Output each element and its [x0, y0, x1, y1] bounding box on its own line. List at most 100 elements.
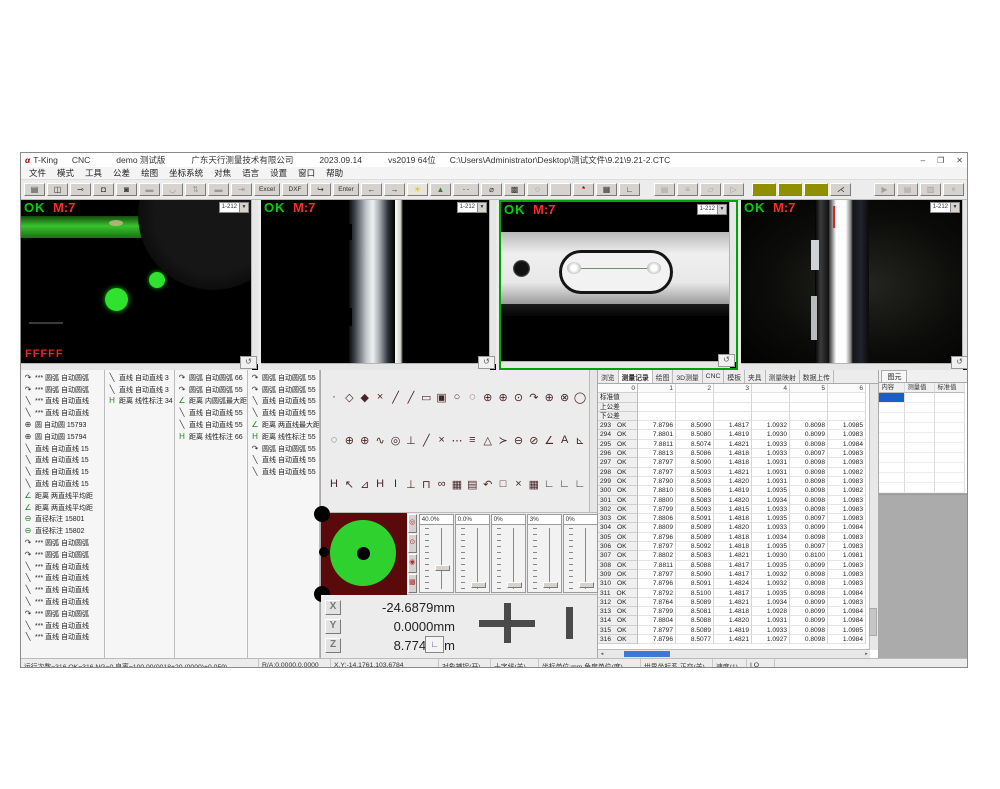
cell[interactable]: 8.5089	[676, 523, 714, 532]
cell[interactable]: 7.8797	[638, 542, 676, 551]
cam2-hscrollbar[interactable]	[261, 363, 490, 370]
cell[interactable]: 8.5080	[676, 430, 714, 439]
cell[interactable]: 1.4817	[714, 561, 752, 570]
angle-tool-button[interactable]: ∟	[425, 636, 444, 653]
elements-row[interactable]	[879, 483, 967, 493]
palette-tool-icon[interactable]: ⊕	[542, 391, 556, 404]
cam1-hscrollbar[interactable]	[21, 363, 252, 370]
menu-item[interactable]: 帮助	[326, 167, 343, 179]
arrow-right-icon[interactable]: →	[384, 183, 405, 196]
list-item[interactable]: H距离 线性标注 34	[107, 396, 174, 408]
cam4-hscrollbar[interactable]	[741, 363, 963, 370]
cell[interactable]: 1.0984	[828, 589, 866, 598]
save3-icon[interactable]: ▤	[897, 183, 918, 196]
cam3-zoom-combo[interactable]: 1-212▼	[697, 204, 727, 215]
cam2-vscrollbar[interactable]	[489, 200, 496, 364]
cam4-vscrollbar[interactable]	[962, 200, 968, 364]
list-item[interactable]: ∠距离 两直线平均距	[23, 502, 104, 514]
chart-icon[interactable]: ∟	[619, 183, 640, 196]
elements-cell[interactable]	[879, 393, 905, 403]
list-item[interactable]: ⊖直径标注 15801	[23, 514, 104, 526]
cell[interactable]: 1.0932	[752, 570, 790, 579]
cell[interactable]: 8.5090	[676, 570, 714, 579]
cell[interactable]: 1.0930	[752, 551, 790, 560]
elements-cell[interactable]	[935, 483, 965, 493]
list-item[interactable]: ╲*** 直线 自动直线	[23, 396, 104, 408]
elements-cell[interactable]	[935, 463, 965, 473]
chevron-down-icon[interactable]: ▼	[950, 203, 959, 212]
cam3-pan-icon[interactable]: ↺	[718, 354, 735, 367]
cell[interactable]: 1.0935	[752, 542, 790, 551]
cell[interactable]: 1.0935	[752, 486, 790, 495]
elements-cell[interactable]	[935, 393, 965, 403]
table-row[interactable]: 302OK7.87998.50931.48151.09330.80981.098…	[598, 505, 878, 514]
cam4-zoom-combo[interactable]: 1-212▼	[930, 202, 960, 213]
palette-tool-icon[interactable]: ○	[450, 391, 464, 404]
list-item[interactable]: ╲*** 直线 自动直线	[23, 561, 104, 573]
cell[interactable]	[790, 403, 828, 412]
elements-row[interactable]	[879, 423, 967, 433]
cell[interactable]: 7.8811	[638, 561, 676, 570]
list-item[interactable]: ╲*** 直线 自动直线	[23, 573, 104, 585]
cam1-zoom-combo[interactable]: 1-212▼	[219, 202, 249, 213]
cell[interactable]: 1.4821	[714, 440, 752, 449]
table-row[interactable]: 307OK7.88028.50831.48211.09300.81001.098…	[598, 551, 878, 560]
cell[interactable]: 0.8099	[790, 598, 828, 607]
cam3-hscrollbar[interactable]	[501, 361, 730, 368]
list-item[interactable]: ╲直线 自动直线 15	[23, 443, 104, 455]
elements-cell[interactable]	[905, 393, 935, 403]
list-item[interactable]: ╲直线 自动直线 3	[107, 372, 174, 384]
cell[interactable]	[676, 403, 714, 412]
camera-view-1[interactable]: OK M:7 FFFFF 1-212▼ ↺	[21, 200, 258, 370]
cell[interactable]: 1.0931	[752, 468, 790, 477]
palette-tool-icon[interactable]: ⊖	[512, 434, 526, 447]
cell[interactable]: 1.4820	[714, 616, 752, 625]
pan-vertical-arrow[interactable]	[504, 603, 511, 643]
slider-track[interactable]	[492, 525, 525, 592]
ring-quad-icon[interactable]: ◉	[408, 554, 417, 573]
cell[interactable]: 8.5093	[676, 468, 714, 477]
cell[interactable]: 7.8806	[638, 514, 676, 523]
slider-thumb[interactable]	[579, 582, 594, 588]
menu-item[interactable]: 工具	[85, 167, 102, 179]
list-item[interactable]: ∠距离 两直线最大距	[250, 419, 319, 431]
elements-cell[interactable]	[879, 403, 905, 413]
cell[interactable]: 0.8098	[790, 579, 828, 588]
elements-row[interactable]	[879, 413, 967, 423]
palette-tool-icon[interactable]: ⊘	[527, 434, 541, 447]
menu-item[interactable]: 绘图	[141, 167, 158, 179]
cell[interactable]: 1.0981	[828, 551, 866, 560]
list-item[interactable]: ↷圆弧 自动圆弧 55	[177, 384, 247, 396]
table-row[interactable]: 313OK7.87998.50811.48181.09280.80991.098…	[598, 607, 878, 616]
cell[interactable]	[714, 412, 752, 421]
cell[interactable]: 1.4821	[714, 468, 752, 477]
open-icon[interactable]: ◫	[47, 183, 68, 196]
cell[interactable]: 0.8098	[790, 458, 828, 467]
cell[interactable]: 1.0983	[828, 496, 866, 505]
ring-outer-icon[interactable]: ⊙	[408, 534, 417, 553]
cell[interactable]: 1.0983	[828, 449, 866, 458]
cell[interactable]: 1.0983	[828, 430, 866, 439]
palette-tool-icon[interactable]: ↖	[342, 478, 356, 491]
tab-elements[interactable]: 图元	[881, 370, 907, 382]
palette-tool-icon[interactable]: ╱	[404, 391, 418, 404]
maximize-button[interactable]: ❐	[937, 156, 944, 165]
block-icon[interactable]: ▬	[139, 183, 160, 196]
list-item[interactable]: ╲直线 自动直线 15	[23, 466, 104, 478]
cell[interactable]: 0.8098	[790, 468, 828, 477]
tab-测量映射[interactable]: 测量映射	[766, 370, 800, 383]
cell[interactable]: 1.0983	[828, 561, 866, 570]
cell[interactable]: 1.4819	[714, 486, 752, 495]
cell[interactable]: 7.8796	[638, 533, 676, 542]
cell[interactable]: 7.8792	[638, 589, 676, 598]
cell[interactable]: 7.8804	[638, 616, 676, 625]
magnifier-icon[interactable]: ⌀	[481, 183, 502, 196]
list-item[interactable]: ╲直线 自动直线 55	[250, 455, 319, 467]
cell[interactable]: 0.8098	[790, 496, 828, 505]
list-item[interactable]: ↷*** 圆弧 自动圆弧	[23, 608, 104, 620]
cell[interactable]: 1.4818	[714, 449, 752, 458]
cell[interactable]: 7.8790	[638, 477, 676, 486]
palette-tool-icon[interactable]: ╱	[389, 391, 403, 404]
table-hscrollbar[interactable]: ◂ ▸	[598, 649, 870, 658]
cell[interactable]: 0.8097	[790, 449, 828, 458]
